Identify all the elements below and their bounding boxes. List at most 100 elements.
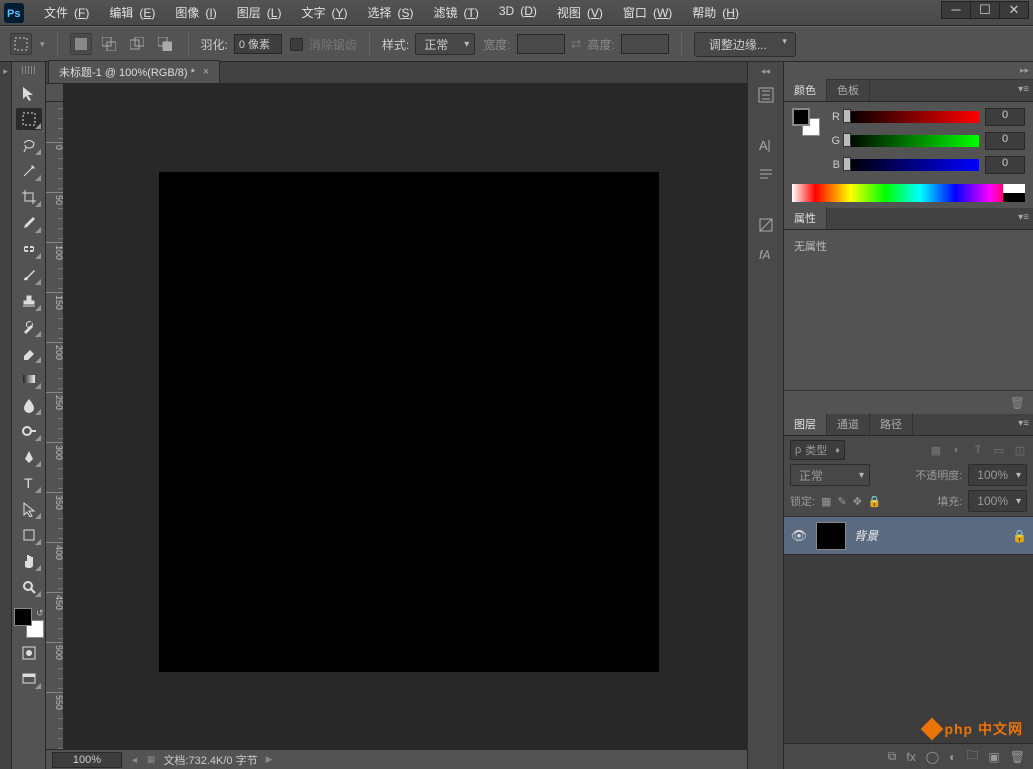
- intersect-selection-icon[interactable]: [154, 33, 176, 55]
- menu-window[interactable]: 窗口(W): [611, 0, 678, 25]
- opacity-input[interactable]: 100%: [968, 464, 1027, 486]
- maximize-button[interactable]: ☐: [970, 1, 1000, 19]
- brush-tool[interactable]: [16, 264, 42, 286]
- color-panel-menu-icon[interactable]: ▾≡: [1018, 84, 1029, 95]
- layer-name[interactable]: 背景: [854, 527, 1004, 544]
- fill-input[interactable]: 100%: [968, 490, 1027, 512]
- menu-layer[interactable]: 图层(L): [225, 0, 288, 25]
- panels-collapse-icon[interactable]: ▸▸: [1020, 65, 1029, 76]
- zoom-left-icon[interactable]: ◄: [130, 755, 139, 765]
- lock-all-icon[interactable]: 🔒: [868, 495, 882, 508]
- paragraph-panel-icon[interactable]: [752, 163, 780, 187]
- status-menu-icon[interactable]: ▶: [266, 754, 273, 765]
- zoom-tool[interactable]: [16, 576, 42, 598]
- menu-select[interactable]: 选择(S): [355, 0, 419, 25]
- layers-panel-menu-icon[interactable]: ▾≡: [1018, 418, 1029, 429]
- document-tab[interactable]: 未标题-1 @ 100%(RGB/8) * ×: [48, 60, 220, 83]
- eyedropper-tool[interactable]: [16, 212, 42, 234]
- layer-group-icon[interactable]: 🗀: [966, 746, 978, 767]
- swap-colors-icon[interactable]: ↺: [36, 608, 44, 619]
- new-layer-icon[interactable]: ▣: [988, 750, 999, 764]
- crop-tool[interactable]: [16, 186, 42, 208]
- delete-layer-icon[interactable]: 🗑: [1010, 750, 1025, 764]
- filter-smart-icon[interactable]: ◫: [1013, 444, 1027, 457]
- r-value[interactable]: 0: [985, 108, 1025, 126]
- link-layers-icon[interactable]: ⧉: [888, 749, 897, 764]
- filter-type-icon[interactable]: T: [971, 444, 985, 457]
- eraser-tool[interactable]: [16, 342, 42, 364]
- type-tool[interactable]: T: [16, 472, 42, 494]
- gradient-tool[interactable]: [16, 368, 42, 390]
- minimize-button[interactable]: ─: [941, 1, 971, 19]
- layer-filter-select[interactable]: ρ 类型 ♦: [790, 440, 845, 460]
- history-panel-icon[interactable]: [752, 83, 780, 107]
- canvas-viewport[interactable]: [64, 102, 747, 749]
- blur-tool[interactable]: [16, 394, 42, 416]
- menu-view[interactable]: 视图(V): [545, 0, 609, 25]
- menu-help[interactable]: 帮助(H): [680, 0, 745, 25]
- foreground-color[interactable]: [14, 608, 32, 626]
- doc-info-icon[interactable]: ▦: [147, 754, 156, 765]
- menu-file[interactable]: 文件(F): [32, 0, 95, 25]
- filter-shape-icon[interactable]: ▭: [992, 444, 1006, 457]
- path-select-tool[interactable]: [16, 498, 42, 520]
- b-slider[interactable]: [846, 159, 979, 171]
- styles-panel-icon[interactable]: [752, 213, 780, 237]
- layer-row-background[interactable]: 👁 背景 🔒: [784, 517, 1033, 555]
- feather-input[interactable]: [234, 34, 282, 54]
- left-collapse-handle[interactable]: ▸: [0, 62, 12, 769]
- document-tab-close-icon[interactable]: ×: [203, 66, 209, 78]
- dodge-tool[interactable]: [16, 420, 42, 442]
- stamp-tool[interactable]: [16, 290, 42, 312]
- lock-pixels-icon[interactable]: ▦: [821, 495, 831, 508]
- tab-color[interactable]: 颜色: [784, 79, 827, 101]
- screenmode-toggle[interactable]: [16, 668, 42, 690]
- tab-channels[interactable]: 通道: [827, 413, 870, 435]
- history-brush-tool[interactable]: [16, 316, 42, 338]
- blend-mode-select[interactable]: 正常: [790, 464, 870, 486]
- lasso-tool[interactable]: [16, 134, 42, 156]
- refine-edge-button[interactable]: 调整边缘...: [694, 32, 796, 57]
- g-slider[interactable]: [846, 135, 979, 147]
- layer-thumbnail[interactable]: [816, 522, 846, 550]
- properties-panel-menu-icon[interactable]: ▾≡: [1018, 212, 1029, 223]
- tab-paths[interactable]: 路径: [870, 413, 913, 435]
- current-tool-preset[interactable]: [10, 33, 32, 55]
- move-tool[interactable]: [16, 82, 42, 104]
- layer-fx-icon[interactable]: fx: [906, 750, 915, 764]
- close-button[interactable]: ✕: [999, 1, 1029, 19]
- g-value[interactable]: 0: [985, 132, 1025, 150]
- trash-icon[interactable]: 🗑: [1010, 396, 1025, 410]
- lock-position-icon[interactable]: ✥: [853, 495, 862, 508]
- hand-tool[interactable]: [16, 550, 42, 572]
- layer-list[interactable]: 👁 背景 🔒: [784, 517, 1033, 743]
- r-slider[interactable]: [846, 111, 979, 123]
- color-swatch-pair[interactable]: [792, 108, 820, 136]
- menu-edit[interactable]: 编辑(E): [97, 0, 161, 25]
- character-panel-icon[interactable]: A: [752, 133, 780, 157]
- shape-tool[interactable]: [16, 524, 42, 546]
- glyphs-panel-icon[interactable]: fA: [752, 243, 780, 267]
- canvas[interactable]: [159, 172, 659, 672]
- marquee-tool[interactable]: [16, 108, 42, 130]
- healing-tool[interactable]: [16, 238, 42, 260]
- tab-properties[interactable]: 属性: [784, 207, 827, 229]
- layer-visibility-icon[interactable]: 👁: [790, 528, 808, 544]
- pen-tool[interactable]: [16, 446, 42, 468]
- lock-paint-icon[interactable]: ✎: [837, 495, 846, 508]
- subtract-selection-icon[interactable]: [126, 33, 148, 55]
- ruler-vertical[interactable]: 050100150200250300350400450500550: [46, 102, 64, 749]
- tab-swatches[interactable]: 色板: [827, 79, 870, 101]
- b-value[interactable]: 0: [985, 156, 1025, 174]
- dock-expand-icon[interactable]: ◂◂: [748, 62, 783, 80]
- add-selection-icon[interactable]: [98, 33, 120, 55]
- tab-layers[interactable]: 图层: [784, 413, 827, 435]
- quickmask-toggle[interactable]: [16, 642, 42, 664]
- filter-adjust-icon[interactable]: ◐: [950, 444, 964, 457]
- menu-image[interactable]: 图像(I): [163, 0, 222, 25]
- adjustment-layer-icon[interactable]: ◐: [949, 750, 956, 764]
- layer-mask-icon[interactable]: ◯: [926, 750, 939, 764]
- zoom-input[interactable]: 100%: [52, 752, 122, 768]
- spectrum-bar[interactable]: [792, 184, 1025, 202]
- new-selection-icon[interactable]: [70, 33, 92, 55]
